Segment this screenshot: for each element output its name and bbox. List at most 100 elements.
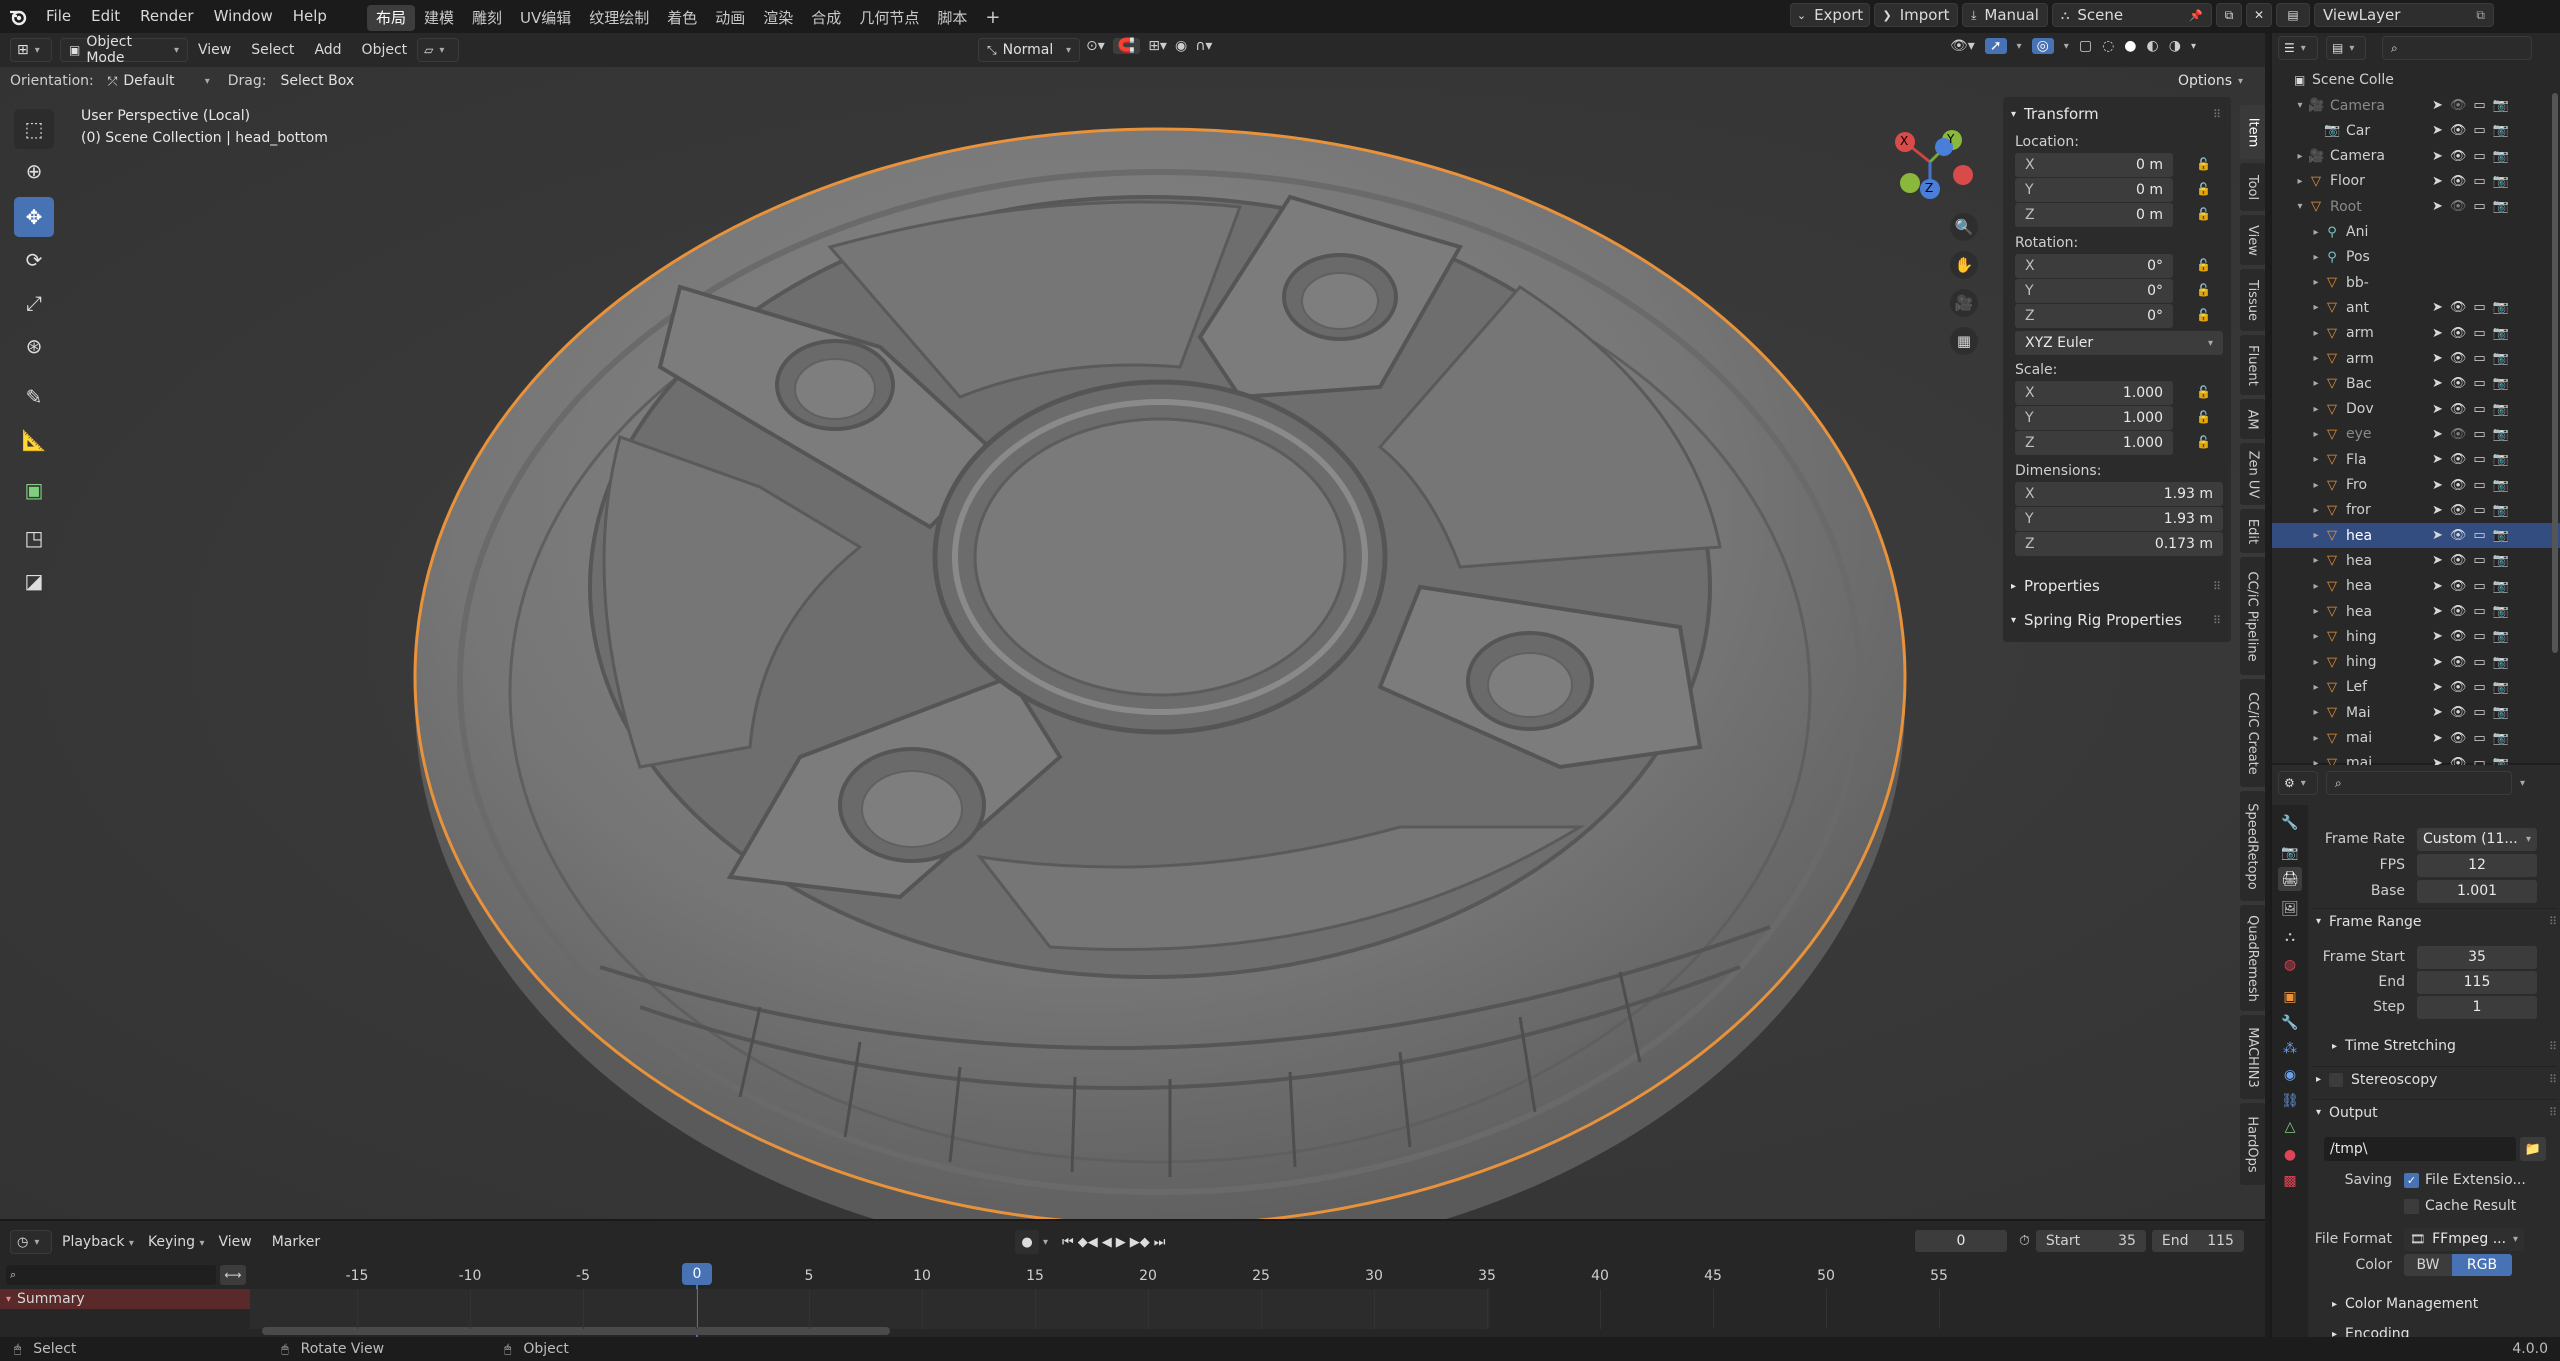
head-bottom-mesh[interactable] xyxy=(0,67,2265,1219)
lock-icon[interactable]: 🔓 xyxy=(2196,410,2211,424)
color-management-header[interactable]: ▸ Color Management xyxy=(2312,1291,2557,1317)
outliner-row[interactable]: ▸ ▽ hea ➤ 👁 ▭ 📷 xyxy=(2272,574,2560,599)
xray-icon[interactable]: ▢ xyxy=(2079,38,2092,54)
select-arrow-icon[interactable]: ➤ xyxy=(2432,528,2443,543)
menu-render[interactable]: Render xyxy=(130,0,203,33)
eye-icon[interactable]: 👁 xyxy=(2450,528,2467,543)
sidebar-tab-tissue[interactable]: Tissue xyxy=(2240,269,2265,331)
select-arrow-icon[interactable]: ➤ xyxy=(2432,655,2443,670)
eye-icon[interactable]: 👁 xyxy=(2450,629,2467,644)
transform-tool[interactable]: ⊛ xyxy=(14,326,54,366)
eye-icon[interactable]: 👁 xyxy=(2450,503,2467,518)
sidebar-tab-fluent[interactable]: Fluent xyxy=(2240,335,2265,395)
delete-scene-button[interactable]: ✕ xyxy=(2246,3,2272,27)
expand-toggle-icon[interactable]: ▸ xyxy=(2308,657,2324,668)
world-tab-icon[interactable]: ◍ xyxy=(2278,953,2302,977)
monitor-icon[interactable]: ▭ xyxy=(2473,326,2485,341)
output-header[interactable]: ▾ Output ⠿ xyxy=(2312,1099,2557,1125)
material-shading-icon[interactable]: ◐ xyxy=(2147,38,2159,54)
expand-toggle-icon[interactable]: ▸ xyxy=(2308,328,2324,339)
sidebar-tab-zen-uv[interactable]: Zen UV xyxy=(2240,443,2265,505)
jump-end-icon[interactable]: ⏭ xyxy=(1154,1235,1166,1250)
expand-toggle-icon[interactable]: ▸ xyxy=(2308,227,2324,238)
end-frame-field[interactable]: End 115 xyxy=(2151,1230,2244,1252)
eye-icon[interactable]: 👁 xyxy=(2450,402,2467,417)
monitor-icon[interactable]: ▭ xyxy=(2473,427,2485,442)
timeline-menu-marker[interactable]: Marker xyxy=(262,1226,330,1259)
eye-icon[interactable]: 👁 xyxy=(2450,478,2467,493)
rotation-z-field[interactable]: Z 0° xyxy=(2015,304,2173,328)
snap-target-icon[interactable]: ⊞▾ xyxy=(1148,38,1167,54)
monitor-icon[interactable]: ▭ xyxy=(2473,579,2485,594)
outliner-row[interactable]: ▸ ▽ Floor ➤ 👁 ▭ 📷 xyxy=(2272,169,2560,194)
workspace-tab-sculpting[interactable]: 雕刻 xyxy=(463,5,511,31)
monitor-icon[interactable]: ▭ xyxy=(2473,174,2485,189)
render-tab-icon[interactable]: 📷 xyxy=(2278,841,2302,865)
duplicate-icon[interactable]: ⧉ xyxy=(2476,8,2485,23)
lock-icon[interactable]: 🔓 xyxy=(2196,207,2211,221)
rendered-shading-icon[interactable]: ◑ xyxy=(2169,38,2181,54)
select-arrow-icon[interactable]: ➤ xyxy=(2432,503,2443,518)
workspace-tab-geometry-nodes[interactable]: 几何节点 xyxy=(850,5,928,31)
file-extensions-checkbox[interactable]: ✓ xyxy=(2404,1172,2419,1188)
sidebar-tab-cc-create[interactable]: CC/iC Create xyxy=(2240,679,2265,787)
monitor-icon[interactable]: ▭ xyxy=(2473,149,2485,164)
frame-start-field[interactable]: 35 xyxy=(2417,945,2537,969)
pan-hand-icon[interactable]: ✋ xyxy=(1950,251,1978,279)
eye-icon[interactable]: 👁 xyxy=(2450,731,2467,746)
physics-tab-icon[interactable]: ◉ xyxy=(2278,1063,2302,1087)
sidebar-tab-quadremesh[interactable]: QuadRemesh xyxy=(2240,905,2265,1011)
rotation-y-field[interactable]: Y 0° xyxy=(2015,279,2173,303)
camera-render-icon[interactable]: 📷 xyxy=(2493,705,2509,720)
expand-toggle-icon[interactable]: ▸ xyxy=(2308,581,2324,592)
sidebar-tab-speedretopo[interactable]: SpeedRetopo xyxy=(2240,791,2265,901)
camera-render-icon[interactable]: 📷 xyxy=(2493,655,2509,670)
lock-icon[interactable]: 🔓 xyxy=(2196,157,2211,171)
select-arrow-icon[interactable]: ➤ xyxy=(2432,427,2443,442)
viewport-menu-add[interactable]: Add xyxy=(304,34,351,67)
eye-icon[interactable]: 👁 xyxy=(2450,705,2467,720)
drag-selector[interactable]: Select Box xyxy=(272,69,370,93)
select-arrow-icon[interactable]: ➤ xyxy=(2432,629,2443,644)
outliner-row[interactable]: ▸ ▽ arm ➤ 👁 ▭ 📷 xyxy=(2272,346,2560,371)
camera-render-icon[interactable]: 📷 xyxy=(2493,174,2509,189)
eye-icon[interactable]: 👁 xyxy=(2450,149,2467,164)
scale-tool[interactable]: ⤢ xyxy=(14,283,54,323)
camera-render-icon[interactable]: 📷 xyxy=(2493,149,2509,164)
solid-shading-icon[interactable]: ● xyxy=(2124,38,2136,54)
outliner-row[interactable]: ▸ 🎥 Camera ➤ 👁 ▭ 📷 xyxy=(2272,144,2560,169)
drag-handle-icon[interactable]: ⠿ xyxy=(2549,1040,2557,1053)
select-box-tool[interactable]: ⬚ xyxy=(14,109,54,149)
material-tab-icon[interactable]: ● xyxy=(2278,1143,2302,1167)
jump-start-icon[interactable]: ⏮ xyxy=(1062,1235,1074,1250)
gizmo-icon[interactable]: ➚ xyxy=(1984,38,2007,54)
rotate-tool[interactable]: ⟳ xyxy=(14,240,54,280)
menu-help[interactable]: Help xyxy=(283,0,337,33)
location-x-field[interactable]: X0 m xyxy=(2015,153,2173,177)
viewport-menu-select[interactable]: Select xyxy=(241,34,304,67)
outliner-row[interactable]: ▸ ▽ Fla ➤ 👁 ▭ 📷 xyxy=(2272,447,2560,472)
select-arrow-icon[interactable]: ➤ xyxy=(2432,326,2443,341)
camera-view-icon[interactable]: 🎥 xyxy=(1950,289,1978,317)
lock-icon[interactable]: 🔓 xyxy=(2196,182,2211,196)
viewport-menu-object[interactable]: Object xyxy=(352,34,418,67)
new-scene-button[interactable]: ⧉ xyxy=(2216,3,2242,27)
expand-toggle-icon[interactable]: ▸ xyxy=(2308,353,2324,364)
select-arrow-icon[interactable]: ➤ xyxy=(2432,579,2443,594)
measure-tool[interactable]: 📐 xyxy=(14,420,54,460)
frame-rate-selector[interactable]: Custom (11... ▾ xyxy=(2417,827,2537,851)
select-arrow-icon[interactable]: ➤ xyxy=(2432,123,2443,138)
viewport-menu-view[interactable]: View xyxy=(188,34,241,67)
cursor-tool[interactable]: ⊕ xyxy=(14,151,54,191)
transform-panel-header[interactable]: ▾ Transform ⠿ xyxy=(2003,97,2231,131)
view-layer-selector[interactable]: ViewLayer ⧉ xyxy=(2314,3,2494,27)
lock-icon[interactable]: 🔓 xyxy=(2196,308,2211,322)
navigation-gizmo[interactable]: X Y Z xyxy=(1880,117,1980,207)
time-stretching-header[interactable]: ▸ Time Stretching ⠿ xyxy=(2312,1033,2557,1059)
timeline-menu-view[interactable]: View xyxy=(208,1226,261,1259)
outliner-row[interactable]: ▸ ▽ hing ➤ 👁 ▭ 📷 xyxy=(2272,624,2560,649)
expand-toggle-icon[interactable]: ▸ xyxy=(2308,631,2324,642)
camera-render-icon[interactable]: 📷 xyxy=(2493,123,2509,138)
snap-icon[interactable]: 🧲 xyxy=(1112,38,1141,54)
eye-icon[interactable]: 👁 xyxy=(2450,174,2467,189)
